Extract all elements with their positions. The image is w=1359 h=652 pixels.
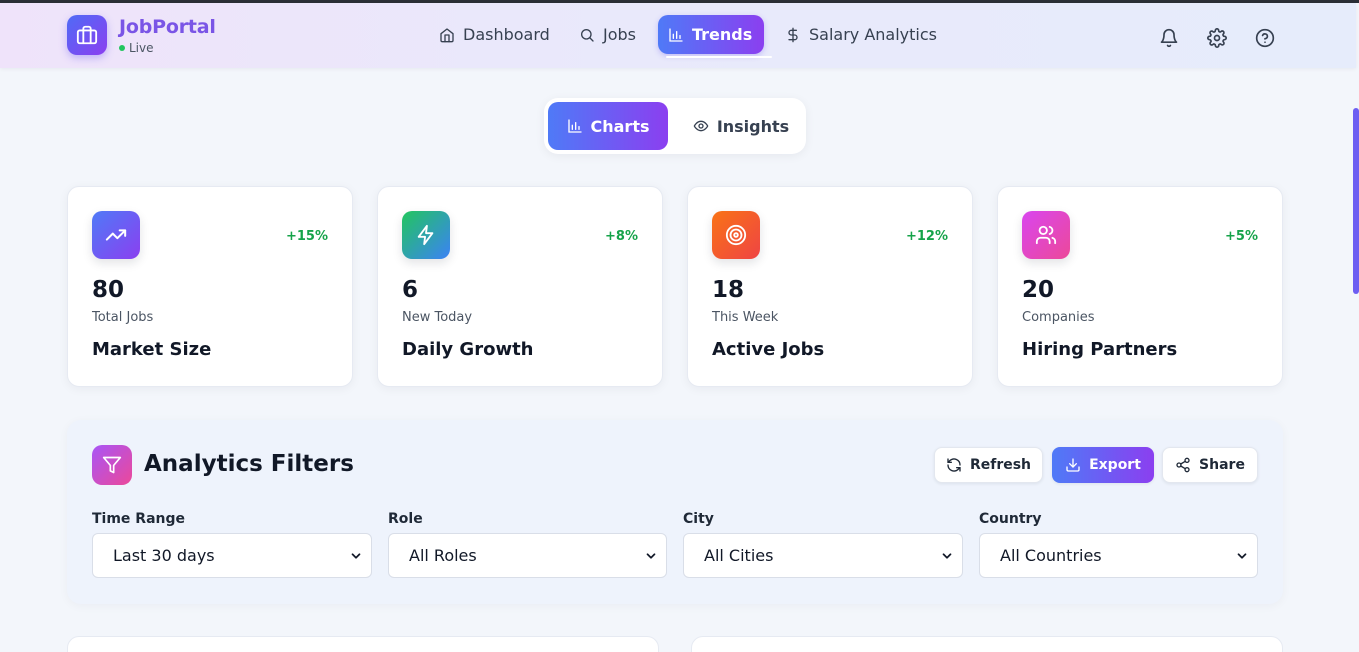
filter-icon	[92, 445, 132, 485]
time-range-value: Last 30 days	[113, 546, 215, 565]
share-button[interactable]: Share	[1162, 447, 1258, 483]
stat-value: 80	[92, 277, 125, 303]
city-label: City	[683, 511, 714, 527]
live-status: Live	[119, 41, 154, 55]
stat-title: Active Jobs	[712, 339, 825, 360]
bar-chart-icon	[567, 119, 582, 133]
stat-change: +15%	[285, 229, 328, 244]
country-label: Country	[979, 511, 1042, 527]
country-select[interactable]: All Countries	[979, 533, 1258, 578]
nav-salary-analytics-label: Salary Analytics	[809, 25, 937, 44]
stat-title: Daily Growth	[402, 339, 534, 360]
live-status-label: Live	[129, 41, 154, 55]
nav-dashboard-label: Dashboard	[463, 25, 550, 44]
home-icon	[440, 27, 454, 42]
chevron-down-icon	[942, 553, 952, 559]
city-select[interactable]: All Cities	[683, 533, 963, 578]
chart-card-right	[691, 636, 1283, 652]
stat-value: 18	[712, 277, 745, 303]
chevron-down-icon	[351, 553, 361, 559]
role-label: Role	[388, 511, 423, 527]
tab-charts[interactable]: Charts	[548, 102, 668, 150]
stat-card-market-size: +15% 80 Total Jobs Market Size	[67, 186, 353, 387]
live-dot-icon	[119, 45, 125, 51]
analytics-filters-panel: Analytics Filters Refresh Export Share T…	[67, 420, 1283, 604]
active-nav-underline	[666, 56, 772, 58]
time-range-select[interactable]: Last 30 days	[92, 533, 372, 578]
bar-chart-icon	[669, 27, 683, 42]
nav-jobs-label: Jobs	[603, 25, 636, 44]
trending-up-icon	[92, 211, 140, 259]
export-button-label: Export	[1089, 457, 1141, 473]
chevron-down-icon	[1237, 553, 1247, 559]
nav-salary-analytics[interactable]: Salary Analytics	[775, 15, 947, 54]
stat-card-active-jobs: +12% 18 This Week Active Jobs	[687, 186, 973, 387]
role-select[interactable]: All Roles	[388, 533, 667, 578]
app-name[interactable]: JobPortal	[119, 16, 216, 38]
stat-sublabel: This Week	[712, 310, 779, 325]
tab-charts-label: Charts	[590, 116, 650, 136]
top-navbar: JobPortal Live Dashboard Jobs Trends Sal…	[0, 3, 1356, 68]
stat-title: Market Size	[92, 339, 212, 360]
role-value: All Roles	[409, 546, 477, 565]
stat-value: 20	[1022, 277, 1055, 303]
stat-sublabel: Companies	[1022, 310, 1095, 325]
tab-insights-label: Insights	[716, 116, 790, 136]
view-toggle: Charts Insights	[544, 98, 806, 154]
download-icon	[1066, 458, 1080, 472]
chevron-down-icon	[646, 553, 656, 559]
country-value: All Countries	[1000, 546, 1102, 565]
dollar-icon	[788, 27, 798, 42]
stat-change: +5%	[1225, 229, 1258, 244]
stat-change: +12%	[905, 229, 948, 244]
lightning-icon	[402, 211, 450, 259]
export-button[interactable]: Export	[1052, 447, 1154, 483]
stat-change: +8%	[605, 229, 638, 244]
chart-card-left	[67, 636, 659, 652]
stat-value: 6	[402, 277, 419, 303]
stat-sublabel: Total Jobs	[92, 310, 154, 325]
gear-icon[interactable]	[1205, 26, 1229, 50]
nav-trends[interactable]: Trends	[658, 15, 764, 54]
city-value: All Cities	[704, 546, 774, 565]
page-scrollbar[interactable]	[1353, 108, 1359, 294]
search-icon	[581, 28, 594, 42]
stat-title: Hiring Partners	[1022, 339, 1178, 360]
nav-jobs[interactable]: Jobs	[569, 15, 646, 54]
users-icon	[1022, 211, 1070, 259]
share-button-label: Share	[1199, 457, 1245, 473]
nav-trends-label: Trends	[692, 25, 753, 44]
refresh-icon	[947, 458, 961, 472]
stat-card-hiring-partners: +5% 20 Companies Hiring Partners	[997, 186, 1283, 387]
share-icon	[1176, 457, 1190, 473]
target-icon	[712, 211, 760, 259]
nav-dashboard[interactable]: Dashboard	[429, 15, 560, 54]
filters-title: Analytics Filters	[144, 451, 354, 477]
stat-card-daily-growth: +8% 6 New Today Daily Growth	[377, 186, 663, 387]
eye-icon	[693, 120, 709, 132]
tab-insights[interactable]: Insights	[680, 102, 802, 150]
bell-icon[interactable]	[1157, 26, 1181, 50]
time-range-label: Time Range	[92, 511, 186, 527]
refresh-button-label: Refresh	[969, 457, 1032, 473]
help-icon[interactable]	[1253, 26, 1277, 50]
briefcase-logo-icon[interactable]	[67, 15, 107, 55]
refresh-button[interactable]: Refresh	[934, 447, 1043, 483]
stat-sublabel: New Today	[402, 310, 473, 325]
